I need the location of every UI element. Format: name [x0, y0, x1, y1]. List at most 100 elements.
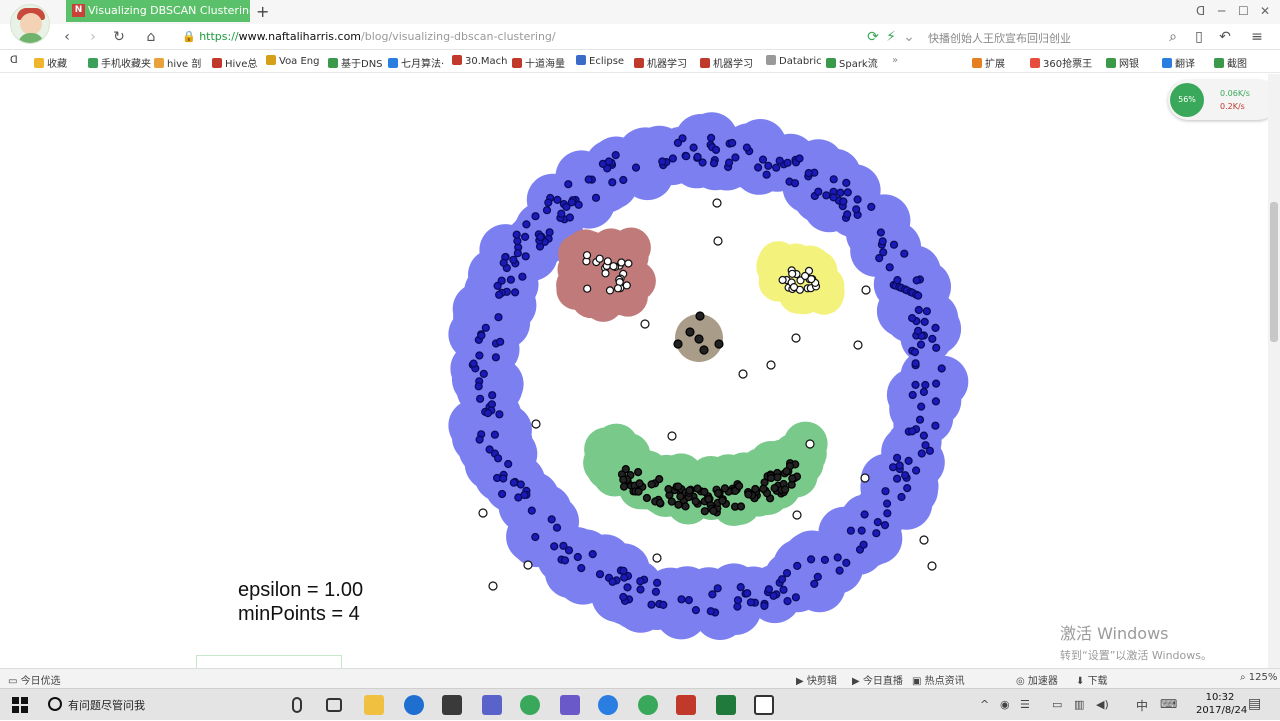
minimize-button[interactable]: ─: [1218, 4, 1225, 18]
refresh-icon[interactable]: ⟳: [864, 28, 882, 46]
bookmark-item[interactable]: 十道海量: [512, 55, 565, 70]
ring-point: [913, 326, 923, 335]
status-news[interactable]: ▣ 热点资讯: [912, 672, 965, 687]
dbscan-canvas[interactable]: [0, 74, 1268, 668]
skin-icon[interactable]: ᗡ: [1196, 4, 1205, 18]
bookmark-item[interactable]: 扩展: [972, 55, 1005, 70]
status-zoom[interactable]: ⌕ 125%: [1240, 672, 1277, 683]
status-quick-edit[interactable]: ▶ 快剪辑: [796, 672, 837, 687]
ring-point: [829, 193, 838, 202]
noise-point: [712, 198, 722, 208]
powerpoint-icon[interactable]: [676, 695, 696, 715]
clock[interactable]: 10:32 2017/8/24: [1196, 691, 1247, 717]
battery-icon[interactable]: ▭: [1052, 698, 1062, 711]
bookmark-item[interactable]: 机器学习: [634, 55, 687, 70]
ring-point: [919, 387, 929, 397]
bookmark-item[interactable]: 机器学习: [700, 55, 753, 70]
bookmark-item[interactable]: 手机收藏夹: [88, 55, 151, 70]
maximize-button[interactable]: ☐: [1238, 4, 1249, 18]
tab-active[interactable]: N Visualizing DBSCAN Clustering: [66, 0, 250, 22]
ring-point: [783, 158, 792, 167]
status-download[interactable]: ⬇ 下载: [1076, 672, 1108, 687]
mouth-point: [633, 468, 643, 477]
clock-time: 10:32: [1205, 692, 1235, 703]
terminal-icon[interactable]: [754, 695, 774, 715]
store-icon[interactable]: [442, 695, 462, 715]
app-icon[interactable]: [482, 695, 502, 715]
status-live[interactable]: ▶ 今日直播: [852, 672, 903, 687]
ring-point: [550, 542, 559, 551]
reload-icon[interactable]: ↻: [110, 28, 128, 46]
close-button[interactable]: ✕: [1260, 4, 1270, 18]
chrome-icon[interactable]: [520, 695, 540, 715]
tab-favicon: N: [72, 4, 85, 17]
forward-icon[interactable]: ›: [84, 28, 102, 46]
bookmark-item[interactable]: Databric: [766, 55, 822, 67]
edge-icon[interactable]: [404, 695, 424, 715]
bookmark-item[interactable]: hive 剖: [154, 55, 201, 70]
cortana-search[interactable]: 有问题尽管问我: [40, 689, 284, 721]
browser-logo[interactable]: [10, 4, 50, 44]
left-eye-point: [595, 254, 604, 263]
bookmark-item[interactable]: 360抢票王: [1030, 55, 1092, 70]
address-bar[interactable]: 🔒 https://www.naftaliharris.com/blog/vis…: [172, 26, 916, 48]
search-input[interactable]: 快播创始人王欣宣布回归创业: [918, 26, 1182, 48]
bookmark-item[interactable]: 截图: [1214, 55, 1247, 70]
scrollbar[interactable]: [1268, 74, 1280, 668]
sidebar-toggle-icon[interactable]: ᗡ: [10, 55, 18, 66]
microphone-icon[interactable]: [292, 697, 302, 713]
windows-start-icon[interactable]: [12, 697, 28, 713]
task-view-icon[interactable]: [326, 698, 342, 712]
file-explorer-icon[interactable]: [364, 695, 384, 715]
network-icon[interactable]: ▥: [1074, 698, 1084, 711]
ring-point: [915, 415, 925, 424]
status-left[interactable]: ▭ 今日优选: [8, 672, 61, 687]
keyboard-icon[interactable]: ⌨: [1160, 697, 1177, 711]
bookmark-item[interactable]: Voa Eng: [266, 55, 320, 67]
volume-icon[interactable]: ◀): [1096, 698, 1109, 711]
bookmark-item[interactable]: 收藏: [34, 55, 67, 70]
tray-app-icon[interactable]: ◉: [1000, 698, 1010, 711]
undo-icon[interactable]: ↶: [1216, 28, 1234, 46]
bookmark-item[interactable]: 30.Mach: [452, 55, 508, 67]
ring-point: [914, 305, 923, 315]
search-icon[interactable]: ⌕: [1164, 28, 1182, 46]
lightning-icon[interactable]: ⚡: [882, 28, 900, 46]
ring-point: [477, 331, 486, 340]
360-browser-icon[interactable]: [638, 695, 658, 715]
tray-chevron-icon[interactable]: ^: [980, 698, 989, 711]
network-speed-widget[interactable]: 56% 0.06K/s 0.2K/s: [1168, 80, 1268, 120]
bookmark-item[interactable]: 七月算法·: [388, 55, 444, 70]
menu-icon[interactable]: ≡: [1248, 28, 1266, 46]
device-icon[interactable]: ▯: [1190, 28, 1208, 46]
bookmark-item[interactable]: Eclipse: [576, 55, 624, 67]
scrollbar-thumb[interactable]: [1270, 202, 1278, 342]
page-content: epsilon = 1.00 minPoints = 4 56% 0.06K/s…: [0, 74, 1268, 668]
excel-icon[interactable]: [716, 695, 736, 715]
back-icon[interactable]: ‹: [58, 28, 76, 46]
more-bookmarks-icon[interactable]: »: [892, 55, 898, 66]
bookmark-item[interactable]: 网银: [1106, 55, 1139, 70]
noise-point: [713, 236, 723, 246]
mouth-point: [693, 484, 702, 493]
bookmark-item[interactable]: Hive总: [212, 55, 257, 70]
ring-point: [485, 445, 494, 454]
notification-icon[interactable]: ▤: [1248, 696, 1261, 712]
ring-point: [743, 589, 752, 598]
new-tab-button[interactable]: +: [256, 2, 269, 21]
bookmark-item[interactable]: 基于DNS: [328, 55, 383, 70]
ime-indicator[interactable]: 中: [1136, 697, 1148, 714]
bookmark-item[interactable]: 翻译: [1162, 55, 1195, 70]
home-icon[interactable]: ⌂: [142, 28, 160, 46]
status-accelerator[interactable]: ◎ 加速器: [1016, 672, 1058, 687]
panel-tab[interactable]: [196, 655, 342, 668]
noise-point: [861, 285, 871, 295]
ring-point: [764, 585, 774, 594]
browser-icon[interactable]: [598, 695, 618, 715]
chevron-down-icon[interactable]: ⌄: [900, 28, 918, 46]
tray-app-icon[interactable]: ☰: [1020, 698, 1030, 711]
ring-point: [673, 138, 683, 148]
bookmark-item[interactable]: Spark流: [826, 55, 878, 70]
ring-point: [907, 314, 917, 323]
visual-studio-icon[interactable]: [560, 695, 580, 715]
